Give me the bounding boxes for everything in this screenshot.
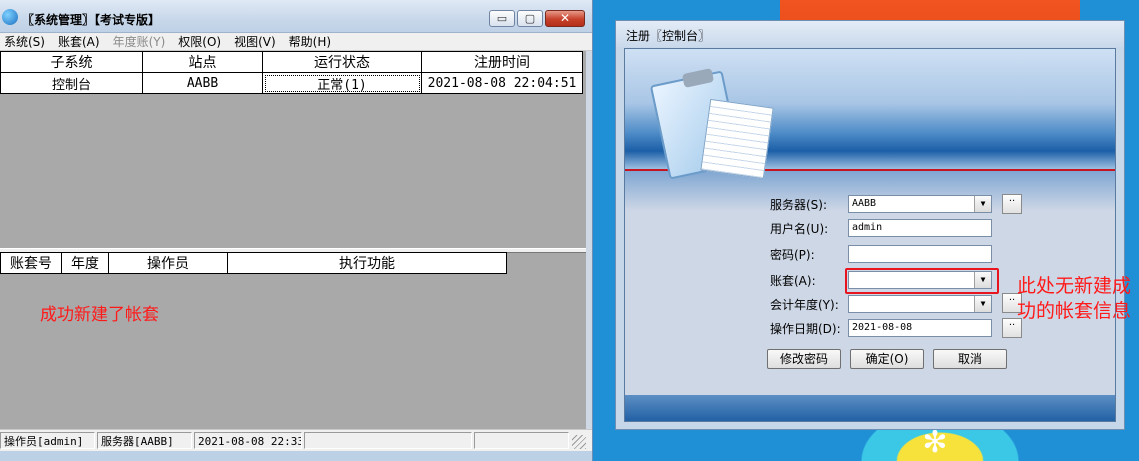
dialog-bottom-band: [625, 395, 1115, 421]
server-value: AABB: [852, 198, 877, 209]
system-management-window: 〖系统管理〗【考试专版】 ▭ ▢ ✕ 系统(S) 账套(A) 年度账(Y) 权限…: [0, 0, 593, 461]
column-header-account-no[interactable]: 账套号: [0, 252, 62, 274]
change-password-button[interactable]: 修改密码: [767, 349, 841, 369]
window-bottom-border: [0, 451, 592, 461]
operation-log-table: 账套号 年度 操作员 执行功能: [0, 252, 507, 274]
menu-help[interactable]: 帮助(H): [289, 33, 331, 50]
user-label: 用户名(U):: [770, 221, 829, 236]
column-header-register-time[interactable]: 注册时间: [421, 51, 583, 73]
close-icon: ✕: [559, 11, 571, 25]
cell-site[interactable]: AABB: [142, 72, 263, 94]
annotation-right: 此处无新建成功的帐套信息: [1017, 275, 1132, 322]
menu-system[interactable]: 系统(S): [4, 33, 45, 50]
menu-annual-account[interactable]: 年度账(Y): [113, 33, 166, 50]
chevron-down-icon[interactable]: ▼: [974, 296, 991, 312]
user-row: 用户名(U): admin: [770, 218, 992, 238]
status-datetime: 2021-08-08 22:33: [194, 432, 302, 449]
year-select[interactable]: ▼: [848, 295, 992, 313]
status-bar: 操作员[admin] 服务器[AABB] 2021-08-08 22:33: [0, 429, 592, 451]
account-label: 账套(A):: [770, 273, 816, 288]
app-icon: [2, 9, 18, 25]
status-operator: 操作员[admin]: [0, 432, 95, 449]
title-bar[interactable]: 〖系统管理〗【考试专版】 ▭ ▢ ✕: [0, 0, 592, 33]
cancel-button[interactable]: 取消: [933, 349, 1007, 369]
dialog-title-bar[interactable]: 注册〖控制台〗: [616, 21, 1124, 47]
maximize-icon: ▢: [524, 12, 536, 25]
column-header-subsystem[interactable]: 子系统: [0, 51, 143, 73]
year-row: 会计年度(Y): ▼: [770, 294, 992, 314]
maximize-button[interactable]: ▢: [517, 10, 543, 27]
column-header-site[interactable]: 站点: [142, 51, 263, 73]
password-row: 密码(P):: [770, 244, 992, 264]
resize-grip-icon[interactable]: [572, 435, 586, 449]
status-server: 服务器[AABB]: [97, 432, 192, 449]
column-header-function[interactable]: 执行功能: [227, 252, 507, 274]
menu-bar: 系统(S) 账套(A) 年度账(Y) 权限(O) 视图(V) 帮助(H): [0, 33, 592, 51]
window-right-edge: [586, 51, 592, 429]
annotation-left: 成功新建了帐套: [40, 305, 159, 325]
server-browse-button[interactable]: ··: [1002, 194, 1022, 214]
chevron-down-icon[interactable]: ▼: [974, 196, 991, 212]
password-label: 密码(P):: [770, 247, 815, 262]
date-input[interactable]: 2021-08-08: [848, 319, 992, 337]
login-dialog: 注册〖控制台〗 服务器(S): AABB ▼ ·· 用户名(U): admin …: [615, 20, 1125, 430]
cell-subsystem[interactable]: 控制台: [0, 72, 143, 94]
cell-register-time[interactable]: 2021-08-08 22:04:51: [421, 72, 583, 94]
table-row[interactable]: 控制台 AABB 正常(1) 2021-08-08 22:04:51: [0, 72, 583, 94]
date-row: 操作日期(D): 2021-08-08: [770, 318, 992, 338]
user-input[interactable]: admin: [848, 219, 992, 237]
report-sheet-icon: [700, 98, 774, 180]
window-controls: ▭ ▢ ✕: [487, 10, 585, 28]
column-header-status[interactable]: 运行状态: [262, 51, 422, 73]
date-label: 操作日期(D):: [770, 321, 841, 336]
account-highlight-box: [845, 268, 999, 294]
status-empty-1: [304, 432, 472, 449]
column-header-year[interactable]: 年度: [61, 252, 109, 274]
desktop-wallpaper-petal-icon: ✻: [922, 425, 948, 460]
menu-view[interactable]: 视图(V): [234, 33, 276, 50]
cell-status[interactable]: 正常(1): [262, 72, 422, 94]
year-label: 会计年度(Y):: [770, 297, 839, 312]
minimize-button[interactable]: ▭: [489, 10, 515, 27]
server-row: 服务器(S): AABB ▼: [770, 194, 992, 214]
menu-permission[interactable]: 权限(O): [178, 33, 221, 50]
server-label: 服务器(S):: [770, 197, 828, 212]
window-title: 〖系统管理〗【考试专版】: [22, 13, 161, 27]
minimize-icon: ▭: [496, 12, 508, 25]
password-input[interactable]: [848, 245, 992, 263]
dialog-body: 服务器(S): AABB ▼ ·· 用户名(U): admin 密码(P): 账…: [624, 48, 1116, 422]
status-empty-2: [474, 432, 569, 449]
menu-account[interactable]: 账套(A): [58, 33, 100, 50]
close-button[interactable]: ✕: [545, 10, 585, 27]
subsystem-table: 子系统 站点 运行状态 注册时间 控制台 AABB 正常(1) 2021-08-…: [0, 51, 583, 94]
server-select[interactable]: AABB ▼: [848, 195, 992, 213]
dialog-title: 注册〖控制台〗: [626, 29, 711, 43]
ok-button[interactable]: 确定(O): [850, 349, 924, 369]
column-header-operator[interactable]: 操作员: [108, 252, 228, 274]
